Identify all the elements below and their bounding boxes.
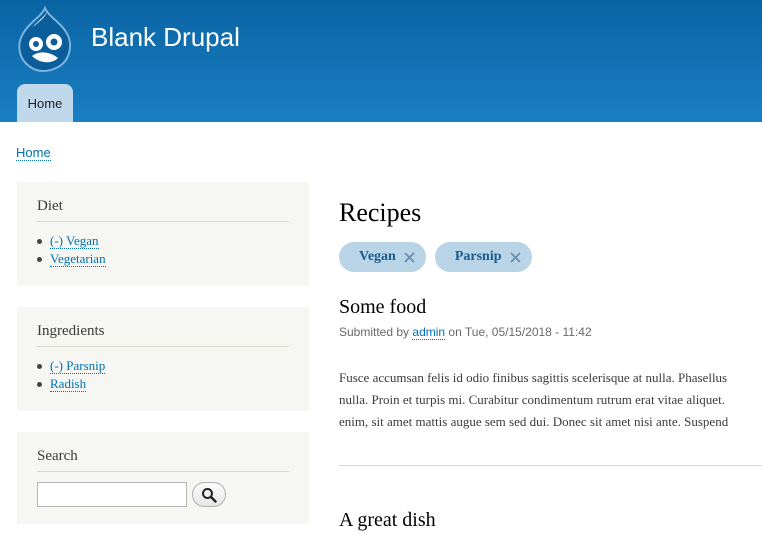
author-link[interactable]: admin (412, 325, 446, 340)
facet-list-ingredients: (-) Parsnip Radish (37, 357, 289, 393)
site-name[interactable]: Blank Drupal (91, 22, 240, 53)
submitted-prefix: Submitted by (339, 325, 410, 339)
node-divider (339, 465, 762, 466)
facet-link-radish[interactable]: Radish (50, 376, 87, 392)
list-item: (-) Vegan (37, 232, 289, 250)
tab-home[interactable]: Home (17, 84, 73, 122)
submitted-date: on Tue, 05/15/2018 - 11:42 (448, 325, 592, 339)
list-item: (-) Parsnip (37, 357, 289, 375)
facet-link-vegan[interactable]: (-) Vegan (50, 233, 99, 249)
site-header: Blank Drupal Home (0, 0, 762, 122)
facet-block-ingredients: Ingredients (-) Parsnip Radish (17, 307, 309, 411)
breadcrumb-home-link[interactable]: Home (16, 145, 51, 161)
list-item: Radish (37, 375, 289, 393)
search-form (37, 482, 289, 507)
facet-title-ingredients: Ingredients (37, 323, 289, 347)
close-icon[interactable] (509, 251, 522, 264)
node-title-link[interactable]: Some food (339, 296, 426, 319)
submitted-info: Submitted by admin on Tue, 05/15/2018 - … (339, 325, 592, 340)
body-line: nulla. Proin et turpis mi. Curabitur con… (339, 392, 725, 407)
close-icon[interactable] (403, 251, 416, 264)
search-button[interactable] (192, 482, 226, 507)
drupal-logo-icon[interactable] (14, 6, 76, 72)
facet-list-diet: (-) Vegan Vegetarian (37, 232, 289, 268)
facet-block-diet: Diet (-) Vegan Vegetarian (17, 182, 309, 286)
facet-title-diet: Diet (37, 198, 289, 222)
search-block-title: Search (37, 448, 289, 472)
facet-link-vegetarian[interactable]: Vegetarian (50, 251, 106, 267)
list-item: Vegetarian (37, 250, 289, 268)
active-filters: Vegan Parsnip (339, 242, 541, 272)
magnifier-icon (202, 487, 217, 503)
node-title-link[interactable]: A great dish (339, 509, 436, 532)
facet-link-parsnip[interactable]: (-) Parsnip (50, 358, 106, 374)
breadcrumb: Home (16, 145, 51, 161)
search-input[interactable] (37, 482, 187, 507)
active-filter-vegan[interactable]: Vegan (339, 242, 426, 272)
active-filter-parsnip[interactable]: Parsnip (434, 242, 532, 272)
active-filter-label: Vegan (359, 249, 396, 264)
search-block: Search (17, 432, 309, 524)
page-title: Recipes (339, 198, 422, 227)
node-body: Fusce accumsan felis id odio finibus sag… (339, 367, 762, 433)
body-line: Fusce accumsan felis id odio finibus sag… (339, 370, 728, 385)
body-line: enim, sit amet mattis augue sem sed dui.… (339, 414, 729, 429)
active-filter-label: Parsnip (454, 249, 502, 264)
